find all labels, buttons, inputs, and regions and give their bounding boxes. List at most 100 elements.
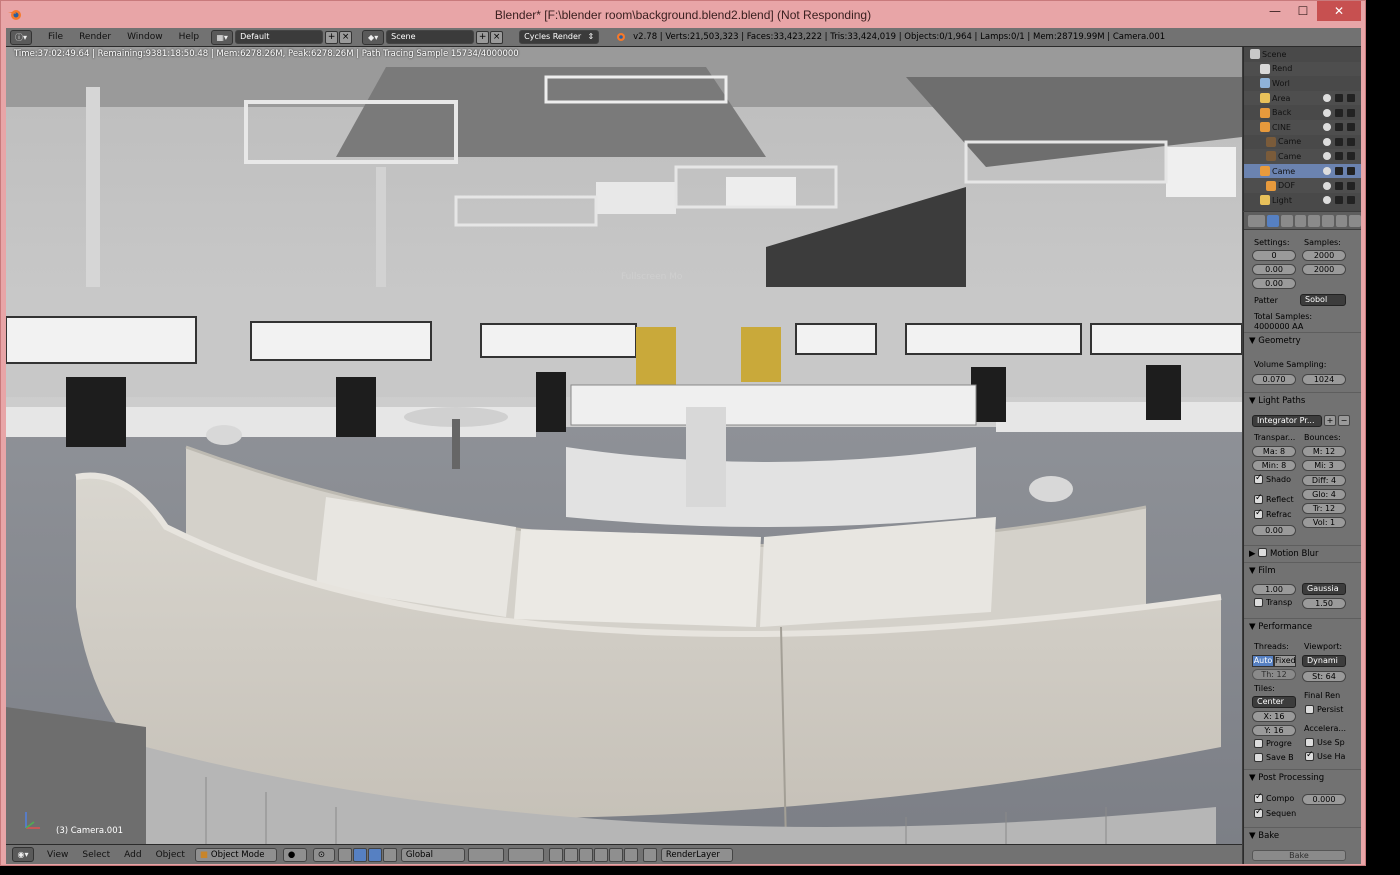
persistent-images-checkbox[interactable] [1305,705,1314,714]
translate-manipulator-icon[interactable] [352,847,367,862]
bounces-min-field[interactable]: Mi: 3 [1302,460,1346,471]
render-engine-dropdown[interactable]: Cycles Render ⇕ [519,30,600,44]
screen-layout-icon[interactable]: ▦▾ [211,29,234,45]
render-layer-toggle-icon[interactable] [642,847,657,862]
pixel-filter-dropdown[interactable]: Gaussia [1302,583,1346,595]
menu-window[interactable]: Window [119,32,171,42]
volume-max-steps-field[interactable]: 1024 [1302,374,1346,385]
seed-field[interactable]: 0 [1252,250,1296,261]
volume-bounces-field[interactable]: Vol: 1 [1302,517,1346,528]
proportional-edit-icon[interactable] [563,847,578,862]
camera-render-icon[interactable] [1347,123,1355,132]
performance-section-header[interactable]: ▼ Performance [1244,618,1361,634]
add-preset-button[interactable]: + [1324,415,1336,426]
threads-fixed-toggle[interactable]: Fixed [1274,655,1296,667]
viewport-shading-dropdown[interactable]: ● [282,847,307,862]
eye-icon[interactable] [1323,196,1331,205]
minimize-button[interactable]: — [1261,1,1289,21]
3d-viewport[interactable]: Fullscreen Mo Time:37:02:49.64 | Remaini… [6,47,1242,844]
glossy-bounces-field[interactable]: Glo: 4 [1302,489,1346,500]
outliner-item[interactable]: Scene [1244,47,1361,62]
editor-type-3d-view-icon[interactable]: ◉▾ [12,847,34,862]
render-layers-tab-icon[interactable] [1281,214,1293,227]
preview-samples-field[interactable]: 2000 [1302,264,1346,275]
outliner-item[interactable]: Area [1244,90,1361,106]
outliner-item[interactable]: DOF [1244,178,1361,193]
add-layout-button[interactable]: + [325,30,339,44]
menu-add[interactable]: Add [117,850,148,860]
remove-preset-button[interactable]: − [1338,415,1350,426]
cursor-select-icon[interactable] [1335,167,1343,176]
render-samples-field[interactable]: 2000 [1302,250,1346,261]
cursor-select-icon[interactable] [1335,196,1343,205]
use-spatial-splits-checkbox[interactable] [1305,738,1314,747]
manipulator-toggle-icon[interactable] [337,847,352,862]
object-tab-icon[interactable] [1322,214,1334,227]
outliner-item[interactable]: CINE [1244,119,1361,135]
camera-render-icon[interactable] [1347,167,1355,176]
eye-icon[interactable] [1323,137,1331,146]
render-animation-icon[interactable] [623,847,638,862]
camera-render-icon[interactable] [1347,94,1355,103]
menu-file[interactable]: File [40,32,71,42]
scene-tab-icon[interactable] [1294,214,1307,227]
pivot-point-dropdown[interactable]: ⊙ [312,847,335,862]
layer-grid-icon[interactable] [467,847,504,862]
eye-icon[interactable] [1323,181,1331,190]
render-tab-icon[interactable] [1267,214,1280,227]
geometry-section-header[interactable]: ▼ Geometry [1244,332,1361,348]
transparent-checkbox[interactable] [1254,598,1263,607]
diffuse-bounces-field[interactable]: Diff: 4 [1302,475,1346,486]
eye-icon[interactable] [1323,94,1331,103]
motion-blur-checkbox[interactable] [1258,548,1268,557]
lock-layers-icon[interactable] [548,847,563,862]
use-hair-bvh-checkbox[interactable] [1305,750,1314,761]
threads-auto-toggle[interactable]: Auto [1252,655,1274,667]
transparency-max-field[interactable]: Ma: 8 [1252,446,1296,457]
volume-step-field[interactable]: 0.070 [1252,374,1296,385]
cursor-select-icon[interactable] [1335,94,1343,103]
close-button[interactable]: ✕ [1317,1,1361,21]
compositing-checkbox[interactable] [1254,792,1263,803]
bake-button[interactable]: Bake [1252,850,1346,861]
outliner-item[interactable]: Back [1244,105,1361,120]
scene-field[interactable]: Scene [386,30,475,44]
exposure-field[interactable]: 1.00 [1252,584,1296,595]
menu-help[interactable]: Help [171,32,208,42]
film-section-header[interactable]: ▼ Film [1244,562,1361,578]
menu-view[interactable]: View [40,850,75,860]
editor-type-properties-icon[interactable] [1248,214,1266,227]
remove-layout-button[interactable]: × [339,30,353,44]
sequencer-checkbox[interactable] [1254,807,1263,818]
outliner-item[interactable]: Came [1244,135,1361,150]
start-resolution-field[interactable]: St: 64 [1302,671,1346,682]
tile-x-field[interactable]: X: 16 [1252,711,1296,722]
filter-glossy-field[interactable]: 0.00 [1252,525,1296,536]
camera-render-icon[interactable] [1347,196,1355,205]
outliner-item[interactable]: Worl [1244,76,1361,91]
bounces-max-field[interactable]: M: 12 [1302,446,1346,457]
outliner-item[interactable]: Rend [1244,61,1361,77]
integrator-presets-dropdown[interactable]: Integrator Pr... [1252,415,1322,427]
shadows-checkbox[interactable] [1254,473,1263,484]
post-processing-section-header[interactable]: ▼ Post Processing [1244,769,1361,785]
light-paths-section-header[interactable]: ▼ Light Paths [1244,392,1361,408]
eye-icon[interactable] [1323,167,1331,176]
dither-field[interactable]: 0.000 [1302,794,1346,805]
thread-count-field[interactable]: Th: 12 [1252,669,1296,680]
save-buffers-checkbox[interactable] [1254,753,1263,762]
menu-select[interactable]: Select [75,850,117,860]
menu-object[interactable]: Object [149,850,192,860]
camera-render-icon[interactable] [1347,137,1355,146]
constraints-tab-icon[interactable] [1335,214,1348,227]
menu-render[interactable]: Render [71,32,119,42]
layout-field[interactable]: Default [235,30,324,44]
filter-width-field[interactable]: 1.50 [1302,598,1346,609]
outliner-item[interactable]: Light [1244,193,1361,208]
editor-type-info-icon[interactable]: ⓘ▾ [10,29,32,45]
remove-scene-button[interactable]: × [490,30,504,44]
clamp-direct-field[interactable]: 0.00 [1252,264,1296,275]
tile-order-dropdown[interactable]: Center [1252,696,1296,708]
cursor-select-icon[interactable] [1335,137,1343,146]
transmission-bounces-field[interactable]: Tr: 12 [1302,503,1346,514]
